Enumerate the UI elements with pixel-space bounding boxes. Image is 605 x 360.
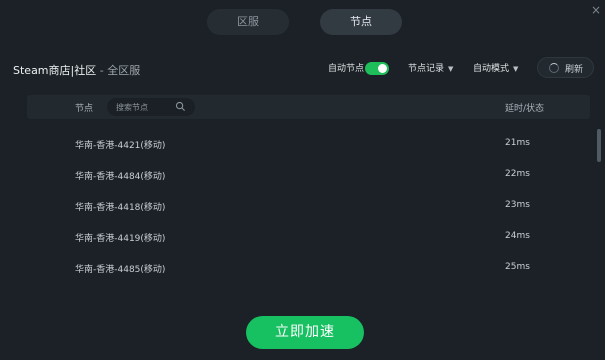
game-name: Steam商店|社区: [13, 64, 97, 77]
node-row[interactable]: 华南-香港-4421(移动) 21ms: [27, 129, 590, 160]
auto-node-label: 自动节点: [328, 64, 365, 74]
node-name: 华南-香港-4484(移动): [75, 172, 166, 182]
auto-mode-label: 自动模式: [473, 64, 510, 74]
title-separator: -: [96, 64, 108, 77]
node-latency: 24ms: [505, 231, 530, 241]
tab-node[interactable]: 节点: [320, 9, 402, 35]
node-name: 华南-香港-4485(移动): [75, 265, 166, 275]
list-header: 节点 延时/状态: [27, 95, 590, 119]
node-name: 华南-香港-4419(移动): [75, 234, 166, 244]
node-name: 华南-香港-4418(移动): [75, 203, 166, 213]
column-header-node: 节点: [75, 104, 94, 114]
node-latency: 21ms: [505, 138, 530, 148]
search-input[interactable]: [116, 98, 176, 116]
search-icon[interactable]: [175, 101, 186, 112]
node-history-dropdown[interactable]: 节点记录 ▼: [408, 63, 453, 75]
node-latency: 25ms: [505, 262, 530, 272]
search-box[interactable]: [107, 98, 195, 116]
node-latency: 22ms: [505, 169, 530, 179]
region-name: 全区服: [107, 64, 141, 77]
refresh-button[interactable]: 刷新: [537, 57, 594, 78]
node-row[interactable]: 华南-香港-4485(移动) 25ms: [27, 253, 590, 284]
scrollbar-thumb[interactable]: [597, 129, 601, 162]
refresh-spinner-icon: [549, 63, 559, 73]
chevron-down-icon: ▼: [448, 65, 454, 73]
node-row[interactable]: 华南-香港-4419(移动) 24ms: [27, 222, 590, 253]
auto-mode-dropdown[interactable]: 自动模式 ▼: [473, 63, 518, 75]
chevron-down-icon: ▼: [513, 65, 519, 73]
toggle-knob: [378, 64, 387, 73]
tab-region[interactable]: 区服: [207, 9, 289, 35]
node-history-label: 节点记录: [408, 64, 445, 74]
auto-node-toggle[interactable]: [365, 62, 389, 75]
page-title: Steam商店|社区 - 全区服: [13, 62, 140, 78]
tab-bar: 区服 节点: [0, 9, 605, 35]
accelerate-button[interactable]: 立即加速: [246, 316, 364, 349]
node-row[interactable]: 华南-香港-4418(移动) 23ms: [27, 191, 590, 222]
refresh-label: 刷新: [565, 65, 584, 75]
column-header-latency: 延时/状态: [505, 104, 545, 114]
node-name: 华南-香港-4421(移动): [75, 141, 166, 151]
node-row[interactable]: 华南-香港-4484(移动) 22ms: [27, 160, 590, 191]
node-latency: 23ms: [505, 200, 530, 210]
